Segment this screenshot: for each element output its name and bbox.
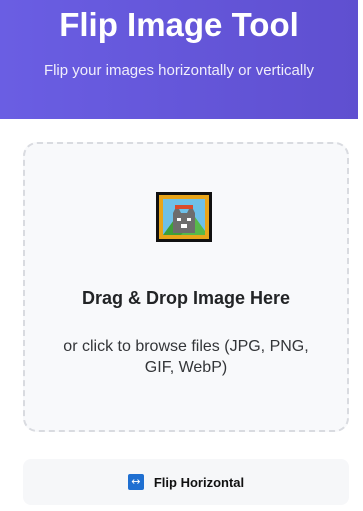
page-title: Flip Image Tool [59,6,299,43]
flip-horizontal-button[interactable]: ↔ Flip Horizontal [23,459,349,505]
left-right-arrow-icon: ↔ [127,474,144,490]
image-dropzone[interactable]: Drag & Drop Image Here or click to brows… [23,142,349,432]
flip-horizontal-label: Flip Horizontal [153,474,245,490]
dropzone-title: Drag & Drop Image Here [81,288,291,308]
dropzone-hint: or click to browse files (JPG, PNG, GIF,… [63,338,309,376]
framed-picture-icon [155,191,213,243]
page-subtitle: Flip your images horizontally or vertica… [43,62,315,79]
app-header: Flip Image Tool Flip your images horizon… [0,0,358,119]
